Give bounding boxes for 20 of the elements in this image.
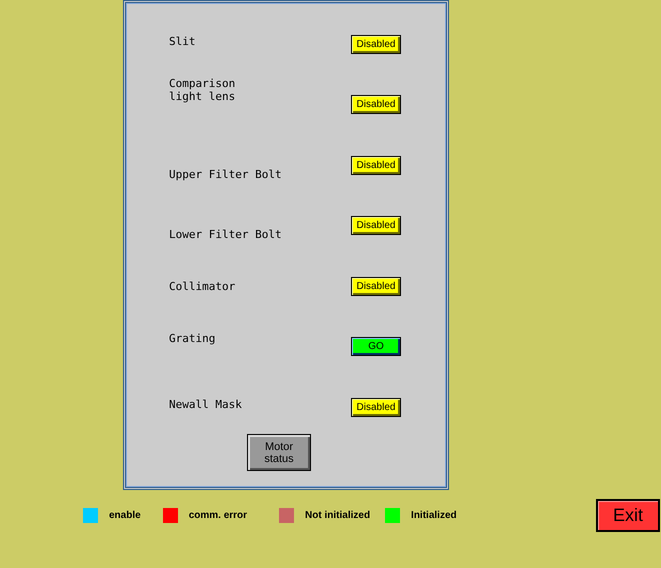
motor-state-button[interactable]: Disabled	[351, 216, 401, 235]
motor-label: Slit	[169, 35, 196, 48]
legend-label: comm. error	[188, 510, 248, 521]
legend-label: Not initialized	[305, 510, 370, 521]
motor-state-button[interactable]: Disabled	[351, 156, 401, 175]
motor-state-button[interactable]: Disabled	[351, 35, 401, 54]
legend-label: enable	[109, 510, 141, 521]
motor-label: Collimator	[169, 280, 236, 293]
motor-label: Upper Filter Bolt	[169, 168, 283, 181]
motor-label: Grating	[169, 332, 216, 345]
exit-button[interactable]: Exit	[596, 499, 660, 532]
motor-state-button[interactable]: Disabled	[351, 398, 401, 417]
motor-state-button[interactable]: Disabled	[351, 277, 401, 296]
motor-label: Comparison light lens	[169, 77, 236, 103]
motor-label: Lower Filter Bolt	[169, 228, 283, 241]
motor-label: Newall Mask	[169, 398, 243, 411]
motor-state-button[interactable]: GO	[351, 337, 401, 356]
legend-label: Initialized	[411, 510, 457, 521]
motor-state-button[interactable]: Disabled	[351, 95, 401, 114]
motor-status-button[interactable]: Motor status	[247, 434, 311, 471]
